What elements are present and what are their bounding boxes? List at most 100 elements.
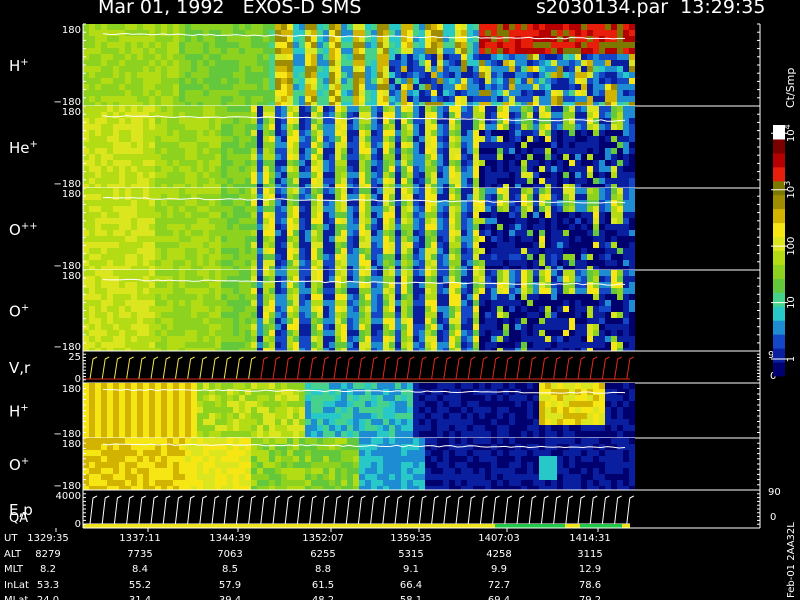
heatmap-cell [119, 142, 125, 148]
heatmap-cell [251, 142, 257, 148]
heatmap-cell [197, 184, 203, 188]
heatmap-cell [431, 200, 437, 206]
heatmap-cell [125, 306, 131, 312]
heatmap-cell [221, 42, 227, 48]
heatmap-cell [479, 324, 485, 330]
heatmap-cell [329, 324, 335, 330]
heatmap-cell [581, 248, 587, 254]
heatmap-cell [527, 254, 533, 260]
heatmap-cell [587, 72, 593, 78]
heatmap-cell [227, 166, 233, 172]
heatmap-cell [389, 242, 395, 248]
heatmap-cell [473, 306, 479, 312]
heatmap-cell [197, 72, 203, 78]
heatmap-cell [125, 84, 131, 90]
heatmap-cell [323, 224, 329, 230]
heatmap-cell [407, 42, 413, 48]
heatmap-cell [569, 188, 575, 194]
heatmap-cell [419, 96, 425, 102]
heatmap-cell [521, 60, 527, 66]
heatmap-cell [269, 336, 275, 342]
heatmap-cell [425, 106, 431, 112]
heatmap-cell [341, 206, 347, 212]
heatmap-cell [155, 172, 161, 178]
heatmap-cell [245, 154, 251, 160]
heatmap-cell [413, 84, 419, 90]
heatmap-cell [461, 106, 467, 112]
heatmap-cell [437, 288, 443, 294]
heatmap-cell [281, 118, 287, 124]
heatmap-cell [419, 324, 425, 330]
heatmap-cell [455, 142, 461, 148]
heatmap-cell [509, 24, 515, 30]
heatmap-cell [185, 136, 191, 142]
heatmap-cell [179, 60, 185, 66]
heatmap-cell [473, 336, 479, 342]
heatmap-cell [545, 242, 551, 248]
heatmap-cell [197, 90, 203, 96]
heatmap-cell [251, 184, 257, 188]
heatmap-cell [191, 72, 197, 78]
heatmap-cell [119, 172, 125, 178]
heatmap-cell [365, 254, 371, 260]
heatmap-cell [437, 166, 443, 172]
heatmap-cell [299, 218, 305, 224]
heatmap-cell [347, 130, 353, 136]
heatmap-cell [143, 242, 149, 248]
heatmap-cell [509, 294, 515, 300]
heatmap-cell [293, 200, 299, 206]
heatmap-cell [149, 178, 155, 184]
heatmap-cell [317, 72, 323, 78]
heatmap-cell [227, 266, 233, 270]
heatmap-cell [245, 254, 251, 260]
heatmap-cell [323, 60, 329, 66]
heatmap-cell [251, 54, 257, 60]
heatmap-cell [389, 130, 395, 136]
heatmap-cell [611, 230, 617, 236]
heatmap-cell [89, 206, 95, 212]
heatmap-cell [131, 148, 137, 154]
heatmap-cell [497, 212, 503, 218]
heatmap-cell [197, 294, 203, 300]
heatmap-cell [101, 60, 107, 66]
heatmap-cell [239, 36, 245, 42]
heatmap-cell [329, 266, 335, 270]
heatmap-cell [311, 312, 317, 318]
heatmap-cell [563, 142, 569, 148]
heatmap-cell [461, 336, 467, 342]
heatmap-cell [557, 30, 563, 36]
heatmap-cell [491, 254, 497, 260]
heatmap-cell [137, 172, 143, 178]
heatmap-cell [383, 30, 389, 36]
heatmap-cell [455, 236, 461, 242]
heatmap-cell [113, 54, 119, 60]
heatmap-cell [107, 236, 113, 242]
heatmap-cell [443, 248, 449, 254]
heatmap-cell [563, 118, 569, 124]
heatmap-cell [515, 184, 521, 188]
heatmap-cell [161, 306, 167, 312]
heatmap-cell [263, 48, 269, 54]
heatmap-cell [479, 130, 485, 136]
heatmap-cell [395, 54, 401, 60]
heatmap-cell [215, 90, 221, 96]
heatmap-cell [623, 60, 629, 66]
heatmap-cell [323, 142, 329, 148]
heatmap-cell [443, 218, 449, 224]
heatmap-cell [335, 276, 341, 282]
heatmap-cell [281, 48, 287, 54]
heatmap-cell [95, 270, 101, 276]
heatmap-cell [455, 166, 461, 172]
heatmap-cell [203, 166, 209, 172]
heatmap-cell [251, 212, 257, 218]
heatmap-cell [227, 270, 233, 276]
heatmap-cell [503, 78, 509, 84]
heatmap-cell [221, 130, 227, 136]
heatmap-cell [401, 218, 407, 224]
heatmap-cell [485, 96, 491, 102]
heatmap-cell [461, 324, 467, 330]
heatmap-cell [491, 112, 497, 118]
heatmap-cell [83, 188, 89, 194]
heatmap-cell [563, 48, 569, 54]
heatmap-cell [233, 324, 239, 330]
